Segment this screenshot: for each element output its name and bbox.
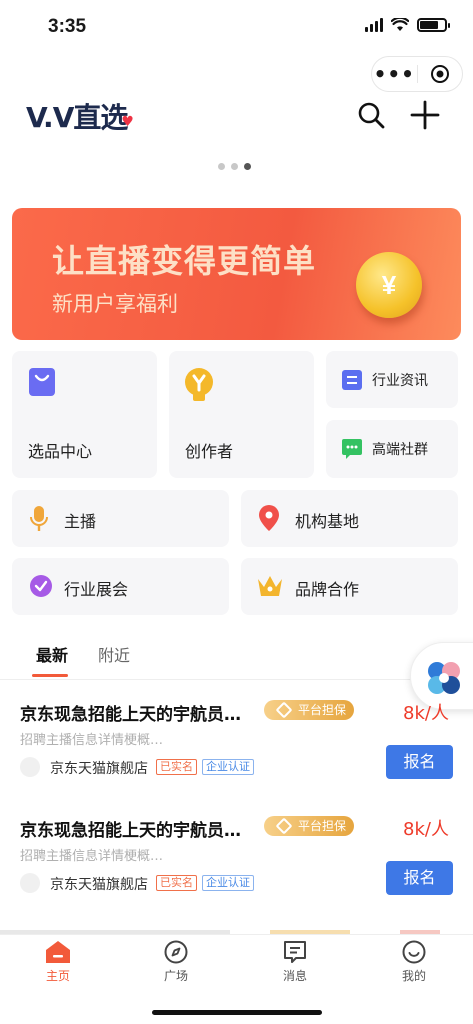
nav-mine-label: 我的 — [401, 969, 426, 983]
job-card[interactable]: 京东现急招能上天的宇航员… 平台担保 8k/人 招聘主播信息详情梗概… 京东天猫… — [0, 700, 473, 816]
job-title: 京东现急招能上天的宇航员… — [20, 705, 241, 725]
guarantee-label: 平台担保 — [298, 819, 347, 833]
wifi-icon — [391, 18, 409, 31]
grid-industry-news[interactable]: 行业资讯 — [326, 351, 458, 408]
more-menu-icon[interactable]: ••• — [372, 56, 417, 92]
platform-guarantee-badge: 平台担保 — [264, 816, 355, 836]
crown-icon — [258, 576, 282, 596]
shop-avatar — [20, 873, 40, 893]
shopping-bag-icon — [29, 368, 55, 396]
grid-anchor-label: 主播 — [64, 512, 97, 531]
signal-icon — [365, 18, 383, 32]
compass-icon — [164, 940, 188, 964]
shop-name: 京东天猫旗舰店 — [50, 761, 148, 777]
job-salary: 8k/人 — [403, 819, 449, 840]
grid-selection-center[interactable]: 选品中心 — [12, 351, 157, 478]
status-bar: 3:35 — [0, 0, 473, 54]
home-indicator — [152, 1010, 322, 1015]
flower-logo-icon — [428, 662, 460, 694]
company-certified-badge: 企业认证 — [202, 875, 254, 891]
grid-premium-group-label: 高端社群 — [372, 442, 428, 458]
company-certified-badge: 企业认证 — [202, 759, 254, 775]
search-icon[interactable] — [356, 100, 386, 130]
message-icon — [284, 941, 306, 963]
app-logo: V.V直选 ♥ — [26, 96, 134, 136]
job-salary: 8k/人 — [403, 703, 449, 724]
tab-nearby[interactable]: 附近 — [98, 642, 130, 666]
grid-selection-center-label: 选品中心 — [28, 442, 93, 461]
shop-avatar — [20, 757, 40, 777]
grid-industry-news-label: 行业资讯 — [372, 373, 428, 389]
platform-guarantee-badge: 平台担保 — [264, 700, 355, 720]
job-description: 招聘主播信息详情梗概… — [20, 733, 164, 748]
grid-brand-cooperation-label: 品牌合作 — [295, 580, 360, 599]
news-list-icon — [342, 370, 362, 390]
nav-mine[interactable]: 我的 — [384, 939, 444, 984]
apply-button[interactable]: 报名 — [386, 861, 453, 895]
miniprogram-capsule: ••• — [371, 56, 463, 92]
job-description: 招聘主播信息详情梗概… — [20, 849, 164, 864]
nav-plaza-label: 广场 — [163, 969, 188, 983]
promo-banner[interactable]: 让直播变得更简单 新用户享福利 ¥ — [12, 208, 461, 340]
shop-name: 京东天猫旗舰店 — [50, 877, 148, 893]
nav-messages[interactable]: 消息 — [265, 939, 325, 984]
microphone-icon — [30, 506, 48, 531]
job-title: 京东现急招能上天的宇航员… — [20, 821, 241, 841]
location-pin-icon — [259, 505, 279, 531]
check-circle-icon — [30, 575, 52, 597]
shield-icon — [275, 701, 293, 719]
status-time: 3:35 — [48, 16, 87, 37]
grid-industry-expo[interactable]: 行业展会 — [12, 558, 229, 615]
logo-check-icon: ♥ — [121, 114, 134, 130]
chat-bubble-icon — [342, 439, 362, 459]
apply-button[interactable]: 报名 — [386, 745, 453, 779]
grid-creator-label: 创作者 — [185, 442, 234, 461]
nav-home[interactable]: 主页 — [28, 939, 88, 984]
status-icons — [365, 18, 450, 32]
verified-badge: 已实名 — [156, 759, 197, 775]
lightbulb-icon — [185, 368, 213, 401]
tab-latest[interactable]: 最新 — [36, 642, 68, 666]
grid-industry-expo-label: 行业展会 — [64, 580, 129, 599]
carousel-indicator — [218, 163, 251, 170]
grid-anchor[interactable]: 主播 — [12, 490, 229, 547]
active-tab-indicator — [32, 674, 68, 677]
battery-icon — [417, 18, 450, 32]
guarantee-label: 平台担保 — [298, 703, 347, 717]
smile-profile-icon — [402, 940, 426, 964]
verified-badge: 已实名 — [156, 875, 197, 891]
nav-home-label: 主页 — [45, 969, 70, 983]
feed-tabs: 最新 附近 — [0, 636, 473, 680]
nav-messages-label: 消息 — [282, 969, 307, 983]
add-icon[interactable] — [408, 98, 442, 132]
logo-text: V.V直选 — [26, 101, 128, 134]
nav-plaza[interactable]: 广场 — [146, 939, 206, 984]
grid-premium-group[interactable]: 高端社群 — [326, 420, 458, 478]
grid-agency-base[interactable]: 机构基地 — [241, 490, 458, 547]
banner-title: 让直播变得更简单 — [52, 242, 317, 280]
banner-subtitle: 新用户享福利 — [52, 292, 178, 316]
grid-creator[interactable]: 创作者 — [169, 351, 314, 478]
close-miniprogram-icon[interactable] — [418, 64, 463, 84]
grid-agency-base-label: 机构基地 — [295, 512, 360, 531]
job-card[interactable]: 京东现急招能上天的宇航员… 平台担保 8k/人 招聘主播信息详情梗概… 京东天猫… — [0, 816, 473, 932]
shield-icon — [275, 817, 293, 835]
grid-brand-cooperation[interactable]: 品牌合作 — [241, 558, 458, 615]
home-icon — [46, 941, 70, 963]
coin-icon: ¥ — [356, 252, 422, 318]
